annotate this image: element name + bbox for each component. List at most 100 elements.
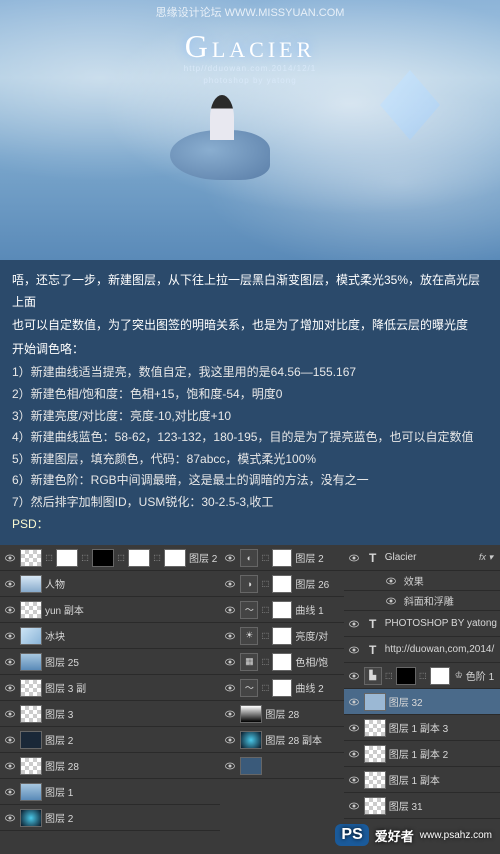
layer-row[interactable]: 图层 31 — [344, 793, 500, 819]
visibility-icon[interactable] — [223, 733, 237, 747]
layer-name[interactable]: 图层 32 — [389, 694, 497, 709]
layer-thumbnail[interactable] — [20, 679, 42, 697]
layer-mask[interactable] — [430, 667, 450, 685]
visibility-icon[interactable] — [3, 811, 17, 825]
layer-name[interactable]: PHOTOSHOP BY yatong — [385, 618, 497, 629]
layer-thumbnail[interactable] — [20, 783, 42, 801]
layer-name[interactable]: 图层 28 — [45, 758, 217, 773]
visibility-icon[interactable] — [223, 577, 237, 591]
layer-thumbnail[interactable] — [20, 757, 42, 775]
layer-row[interactable]: 〜⬚曲线 1 — [220, 597, 343, 623]
layer-mask[interactable] — [272, 601, 292, 619]
layer-name[interactable]: 图层 1 副本 — [389, 772, 497, 787]
visibility-icon[interactable] — [347, 695, 361, 709]
visibility-icon[interactable] — [384, 594, 398, 608]
layer-thumbnail[interactable] — [20, 731, 42, 749]
layer-name[interactable]: 图层 26 — [295, 576, 340, 591]
layer-name[interactable]: 图层 3 — [45, 706, 217, 721]
layer-thumbnail[interactable] — [364, 797, 386, 815]
layer-row[interactable]: 图层 2 — [0, 727, 220, 753]
layer-row[interactable]: 图层 2 — [0, 805, 220, 831]
layer-thumbnail[interactable] — [364, 693, 386, 711]
visibility-icon[interactable] — [3, 681, 17, 695]
layer-thumbnail[interactable] — [364, 719, 386, 737]
layer-name[interactable]: 曲线 1 — [295, 602, 340, 617]
visibility-icon[interactable] — [3, 577, 17, 591]
layer-row[interactable]: 图层 1 副本 3 — [344, 715, 500, 741]
layer-thumbnail[interactable] — [20, 575, 42, 593]
layer-row[interactable]: 人物 — [0, 571, 220, 597]
visibility-icon[interactable] — [347, 669, 361, 683]
layer-mask[interactable] — [272, 679, 292, 697]
layer-row[interactable]: 冰块 — [0, 623, 220, 649]
layer-row[interactable]: ◑⬚图层 26 — [220, 571, 343, 597]
layer-thumbnail[interactable] — [240, 705, 262, 723]
visibility-icon[interactable] — [223, 759, 237, 773]
layer-mask[interactable] — [272, 575, 292, 593]
visibility-icon[interactable] — [347, 773, 361, 787]
layer-mask[interactable] — [272, 549, 292, 567]
layer-name[interactable]: 图层 31 — [389, 798, 497, 813]
visibility-icon[interactable] — [347, 551, 361, 565]
layer-name[interactable]: 人物 — [45, 576, 217, 591]
layer-row[interactable]: 图层 25 — [0, 649, 220, 675]
layer-name[interactable]: http://duowan,com,2014/ — [385, 644, 497, 655]
layer-thumbnail[interactable] — [164, 549, 186, 567]
visibility-icon[interactable] — [3, 603, 17, 617]
layer-name[interactable]: 色阶 1 — [466, 668, 497, 683]
layer-thumbnail[interactable] — [364, 745, 386, 763]
layer-row[interactable]: ▦⬚色相/饱 — [220, 649, 343, 675]
visibility-icon[interactable] — [223, 629, 237, 643]
layer-row[interactable]: ⬚⬚⬚⬚图层 2 — [0, 545, 220, 571]
layer-thumbnail[interactable] — [128, 549, 150, 567]
layer-name[interactable]: 冰块 — [45, 628, 217, 643]
layer-name[interactable]: 图层 1 — [45, 784, 217, 799]
visibility-icon[interactable] — [384, 574, 398, 588]
layer-row[interactable]: 图层 1 副本 2 — [344, 741, 500, 767]
layer-name[interactable]: 图层 2 — [189, 550, 217, 565]
layer-row[interactable]: 〜⬚曲线 2 — [220, 675, 343, 701]
fx-badge[interactable]: fx ▾ — [479, 552, 497, 563]
layer-thumbnail[interactable] — [92, 549, 114, 567]
layer-thumbnail[interactable] — [20, 549, 42, 567]
layer-thumbnail[interactable] — [240, 731, 262, 749]
layer-name[interactable]: 曲线 2 — [295, 680, 340, 695]
layer-row[interactable]: ◐⬚图层 2 — [220, 545, 343, 571]
visibility-icon[interactable] — [223, 707, 237, 721]
layer-row[interactable]: 图层 32 — [344, 689, 500, 715]
layer-name[interactable]: Glacier — [385, 552, 476, 563]
layer-mask[interactable] — [272, 627, 292, 645]
layer-mask[interactable] — [272, 653, 292, 671]
layer-name[interactable]: 图层 25 — [45, 654, 217, 669]
layer-row[interactable]: yun 副本 — [0, 597, 220, 623]
visibility-icon[interactable] — [223, 681, 237, 695]
layer-name[interactable]: 亮度/对 — [295, 628, 340, 643]
layer-mask[interactable] — [396, 667, 416, 685]
layer-row[interactable]: 图层 28 — [220, 701, 343, 727]
layer-row[interactable]: 图层 1 副本 — [344, 767, 500, 793]
layer-thumbnail[interactable] — [20, 809, 42, 827]
layer-name[interactable]: 图层 1 副本 2 — [389, 746, 497, 761]
visibility-icon[interactable] — [3, 759, 17, 773]
layer-row[interactable]: TGlacierfx ▾ — [344, 545, 500, 571]
layer-thumbnail[interactable] — [20, 601, 42, 619]
layer-name[interactable]: yun 副本 — [45, 602, 217, 617]
layer-thumbnail[interactable] — [20, 627, 42, 645]
layer-row[interactable] — [220, 753, 343, 779]
layer-row[interactable]: 图层 28 副本 — [220, 727, 343, 753]
layer-thumbnail[interactable] — [240, 757, 262, 775]
layer-row[interactable]: TPHOTOSHOP BY yatong — [344, 611, 500, 637]
layer-effect-item[interactable]: 效果 — [344, 571, 500, 591]
visibility-icon[interactable] — [347, 799, 361, 813]
visibility-icon[interactable] — [3, 785, 17, 799]
layer-thumbnail[interactable] — [56, 549, 78, 567]
layer-effect-item[interactable]: 斜面和浮雕 — [344, 591, 500, 611]
layer-thumbnail[interactable] — [20, 705, 42, 723]
layer-row[interactable]: 图层 28 — [0, 753, 220, 779]
layer-name[interactable]: 图层 2 — [295, 550, 340, 565]
layer-row[interactable]: 图层 3 副 — [0, 675, 220, 701]
layer-thumbnail[interactable] — [20, 653, 42, 671]
visibility-icon[interactable] — [347, 721, 361, 735]
visibility-icon[interactable] — [223, 603, 237, 617]
layer-name[interactable]: 图层 2 — [45, 732, 217, 747]
